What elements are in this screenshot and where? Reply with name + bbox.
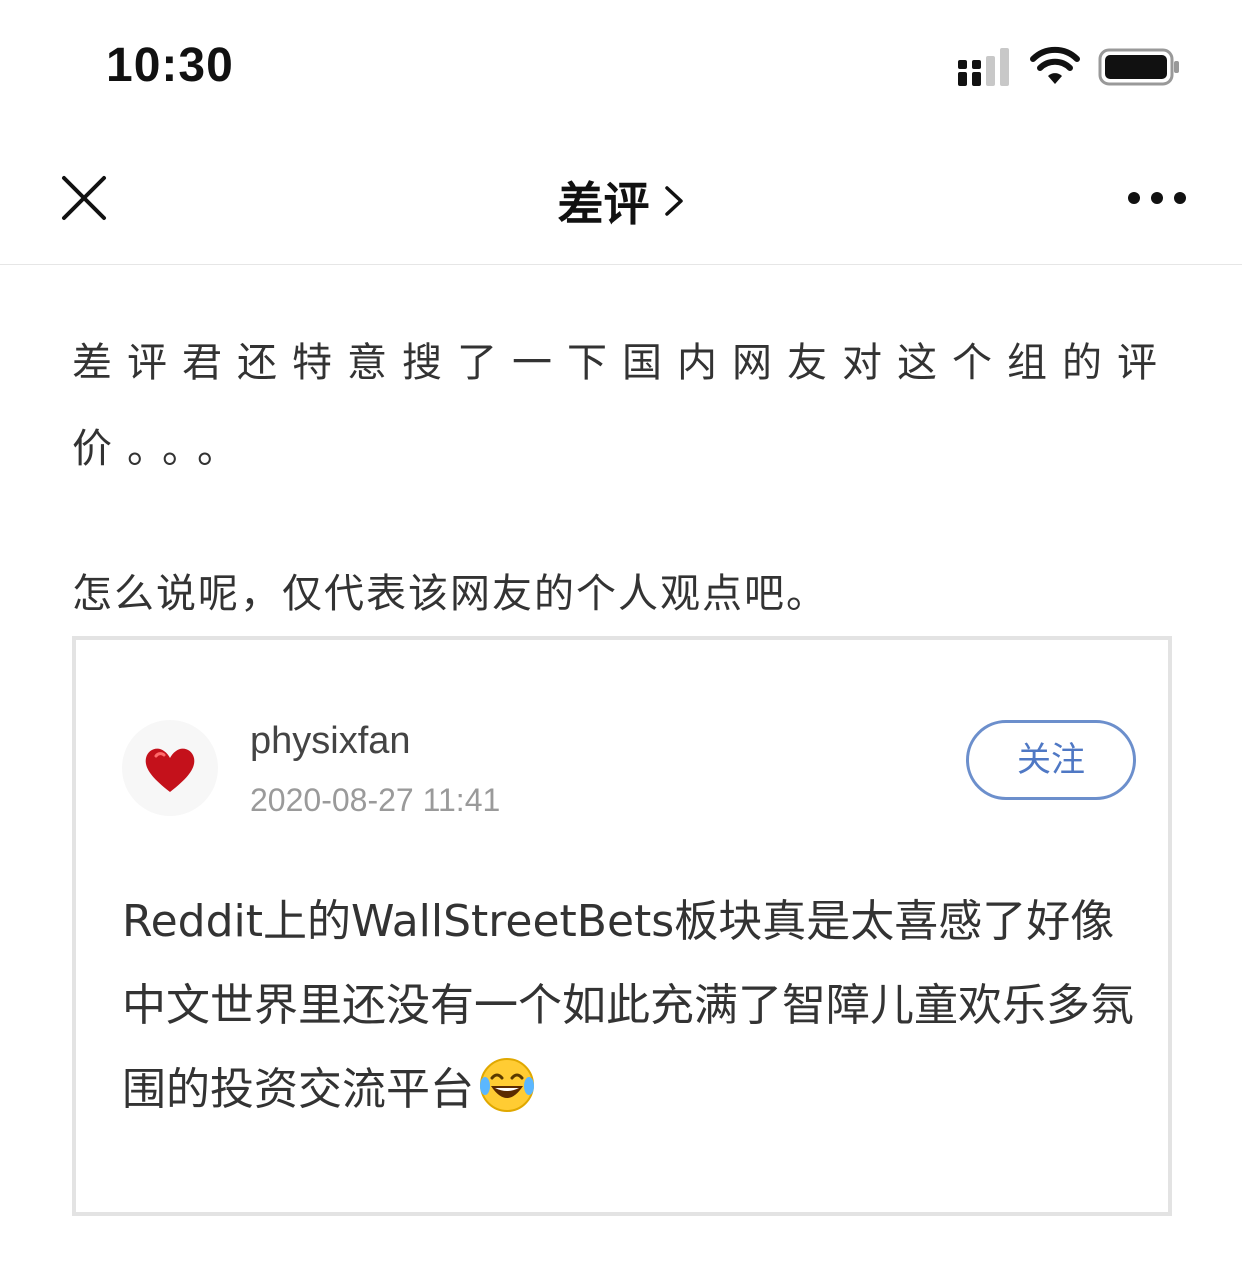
battery-icon bbox=[1098, 48, 1179, 86]
status-time: 10:30 bbox=[106, 39, 234, 92]
avatar bbox=[122, 720, 218, 816]
more-horizontal-icon[interactable] bbox=[1124, 180, 1190, 216]
embedded-post-image: physixfan 2020-08-27 11:41 关注 Reddit上的Wa… bbox=[72, 636, 1172, 1216]
signal-icon bbox=[958, 48, 1009, 86]
account-title-link[interactable]: 差评 bbox=[0, 168, 1242, 234]
chevron-right-icon bbox=[664, 186, 683, 216]
follow-button: 关注 bbox=[966, 720, 1136, 800]
article-paragraph: 差评君还特意搜了一下国内网友对这个组的评价。。。 bbox=[72, 340, 1172, 472]
status-bar: 10:30 bbox=[0, 0, 1242, 130]
username: physixfan bbox=[250, 720, 411, 762]
article-paragraph: 怎么说呢，仅代表该网友的个人观点吧。 bbox=[72, 571, 828, 617]
laughing-tears-emoji-icon bbox=[480, 1058, 534, 1112]
post-body: Reddit上的WallStreetBets板块真是太喜感了好像中文世界里还没有… bbox=[122, 880, 1142, 1132]
page-title: 差评 bbox=[557, 177, 650, 231]
post-timestamp: 2020-08-27 11:41 bbox=[250, 782, 501, 818]
post-body-text: Reddit上的WallStreetBets板块真是太喜感了好像中文世界里还没有… bbox=[122, 896, 1134, 1115]
nav-bar: 差评 bbox=[0, 130, 1242, 265]
wifi-icon bbox=[1030, 46, 1080, 84]
